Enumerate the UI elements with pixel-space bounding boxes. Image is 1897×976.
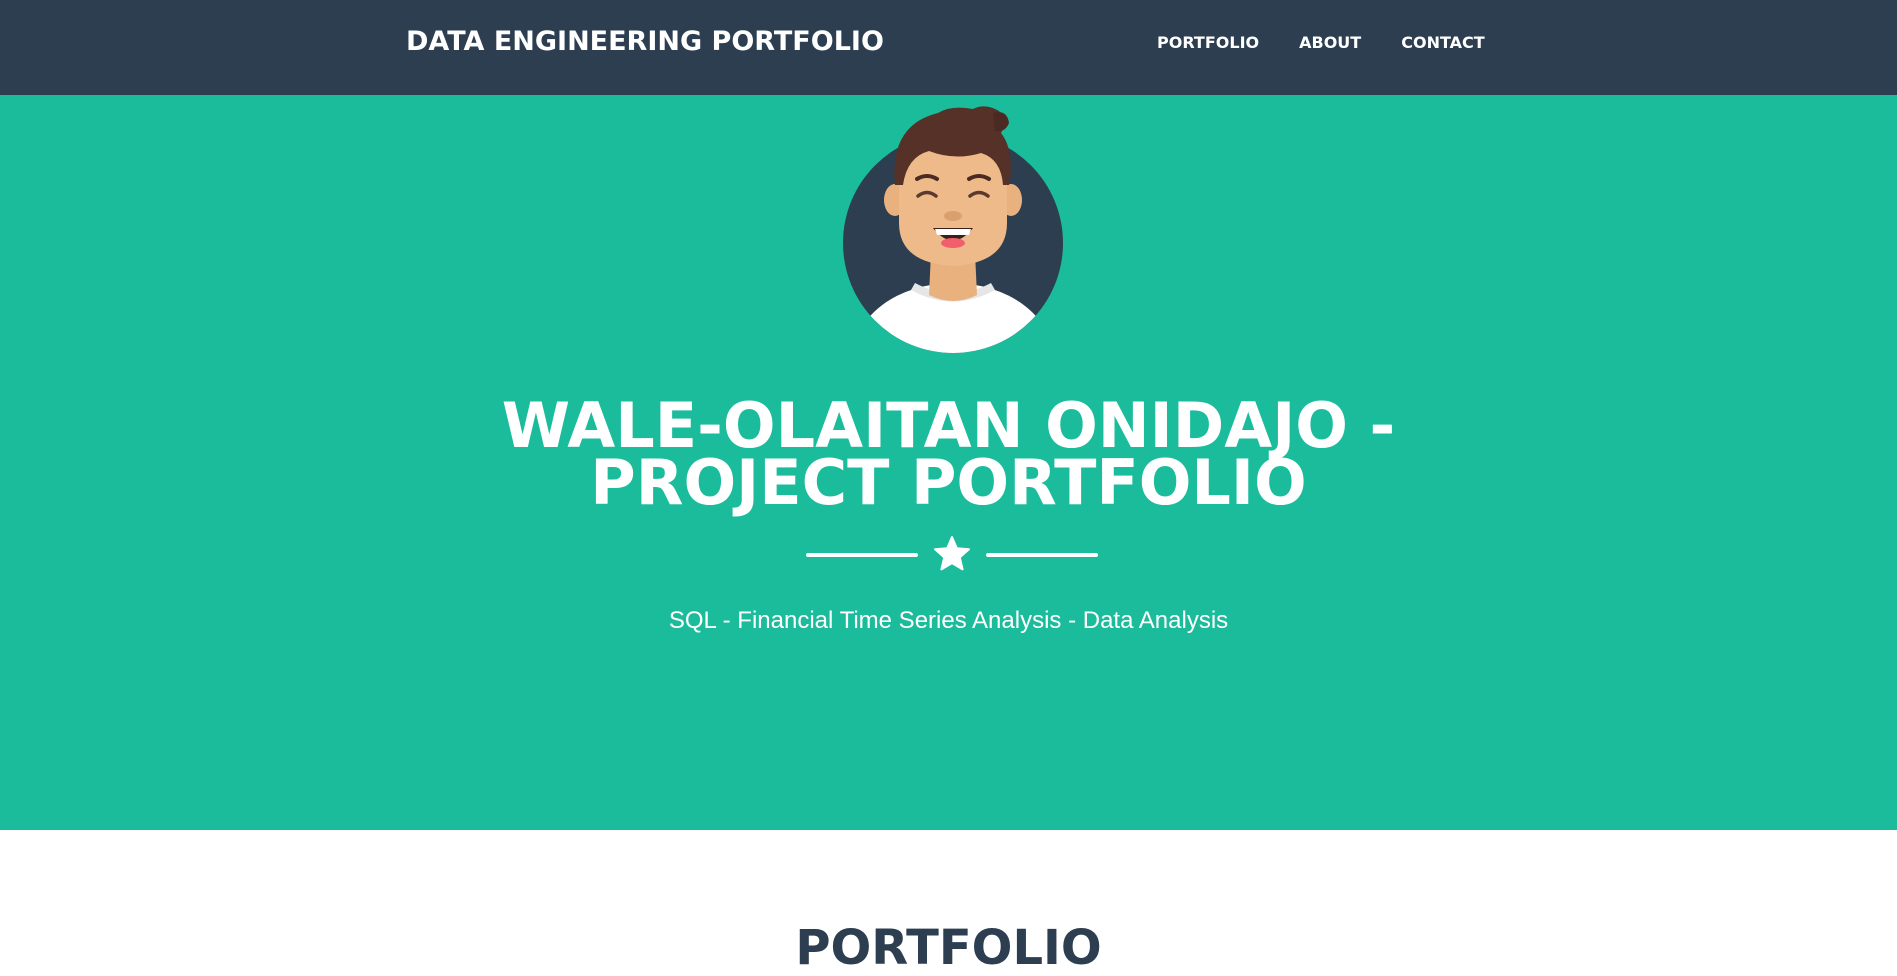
hero-title: WALE-OLAITAN ONIDAJO - PROJECT PORTFOLIO xyxy=(0,395,1897,514)
nav-link-contact[interactable]: CONTACT xyxy=(1401,33,1484,52)
nav-link-about[interactable]: ABOUT xyxy=(1299,33,1361,52)
nav-link-portfolio[interactable]: PORTFOLIO xyxy=(1157,33,1259,52)
hero-subtitle: SQL - Financial Time Series Analysis - D… xyxy=(668,607,1229,634)
portfolio-heading: PORTFOLIO xyxy=(795,920,1102,976)
avatar xyxy=(843,103,1063,353)
brand-link[interactable]: DATA ENGINEERING PORTFOLIO xyxy=(406,26,884,57)
nav-links: PORTFOLIO ABOUT CONTACT xyxy=(1157,33,1525,52)
hero-title-line2: PROJECT PORTFOLIO xyxy=(590,446,1307,519)
divider-line-right xyxy=(986,553,1098,557)
divider-line-left xyxy=(806,553,918,557)
star-icon xyxy=(932,534,972,574)
top-navbar: DATA ENGINEERING PORTFOLIO PORTFOLIO ABO… xyxy=(0,0,1897,95)
